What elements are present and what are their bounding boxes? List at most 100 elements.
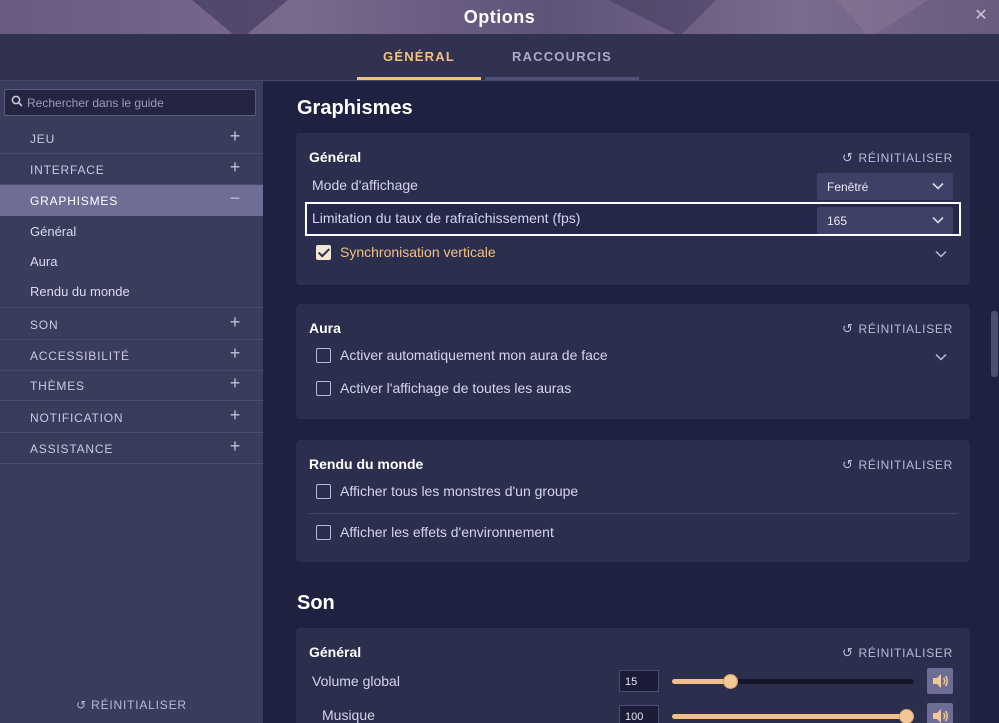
reset-button[interactable]: ↺ RÉINITIALISER xyxy=(842,645,953,661)
title-bar: Options ✕ xyxy=(0,0,999,34)
minus-icon[interactable]: − xyxy=(227,189,243,207)
sidebar-subitem-label: Général xyxy=(30,224,77,239)
sidebar-item-themes[interactable]: THÈMES + xyxy=(0,370,263,401)
section-title-son: Son xyxy=(297,592,335,614)
sidebar: Rechercher dans le guide JEU + INTERFACE… xyxy=(0,81,263,723)
sidebar-subitem-label: Rendu du monde xyxy=(30,284,130,299)
sidebar-subitem-label: Aura xyxy=(30,254,58,269)
reset-label: RÉINITIALISER xyxy=(858,151,953,165)
global-volume-mute-button[interactable] xyxy=(927,668,953,694)
music-volume-label: Musique xyxy=(322,707,375,723)
scrollbar[interactable] xyxy=(989,81,999,723)
reset-button[interactable]: ↺ RÉINITIALISER xyxy=(842,150,953,166)
global-volume-label: Volume global xyxy=(312,673,400,689)
slider-thumb[interactable] xyxy=(723,674,738,689)
sidebar-item-label: ACCESSIBILITÉ xyxy=(30,349,130,363)
tab-raccourcis[interactable]: RACCOURCIS xyxy=(485,34,639,80)
sidebar-item-label: NOTIFICATION xyxy=(30,411,124,425)
chevron-down-icon[interactable] xyxy=(934,247,948,261)
speaker-icon xyxy=(933,709,948,723)
music-volume-mute-button[interactable] xyxy=(927,703,953,723)
search-icon xyxy=(11,95,23,107)
main-content: Graphismes Général ↺ RÉINITIALISER Mode d… xyxy=(263,81,999,723)
reset-button[interactable]: ↺ RÉINITIALISER xyxy=(842,321,953,337)
reset-button[interactable]: ↺ RÉINITIALISER xyxy=(842,457,953,473)
card-rendu-du-monde: Rendu du monde ↺ RÉINITIALISER Afficher t… xyxy=(296,440,970,562)
sidebar-item-jeu[interactable]: JEU + xyxy=(0,123,263,154)
chevron-down-icon xyxy=(932,216,944,224)
dropdown-value: Fenêtré xyxy=(827,180,869,194)
vsync-checkbox[interactable] xyxy=(316,245,331,260)
fps-dropdown[interactable]: 165 xyxy=(817,207,953,234)
display-mode-dropdown[interactable]: Fenêtré xyxy=(817,173,953,200)
monsters-group-checkbox[interactable] xyxy=(316,484,331,499)
chevron-down-icon[interactable] xyxy=(934,350,948,364)
reset-label: RÉINITIALISER xyxy=(858,322,953,336)
scrollbar-thumb[interactable] xyxy=(991,311,998,377)
tabs-bar: GÉNÉRAL RACCOURCIS xyxy=(0,34,999,81)
sidebar-item-label: SON xyxy=(30,318,59,332)
card-title: Général xyxy=(309,149,362,165)
plus-icon[interactable]: + xyxy=(227,127,243,145)
all-auras-label: Activer l'affichage de toutes les auras xyxy=(340,380,572,396)
sidebar-item-interface[interactable]: INTERFACE + xyxy=(0,154,263,185)
plus-icon[interactable]: + xyxy=(227,374,243,392)
tab-general[interactable]: GÉNÉRAL xyxy=(357,34,481,80)
sidebar-reset-button[interactable]: ↺ RÉINITIALISER xyxy=(0,698,263,712)
sidebar-item-graphismes[interactable]: GRAPHISMES − xyxy=(0,185,263,216)
card-title: Rendu du monde xyxy=(309,456,424,472)
global-volume-slider[interactable] xyxy=(672,674,914,689)
reset-label: RÉINITIALISER xyxy=(858,458,953,472)
auto-aura-label: Activer automatiquement mon aura de face xyxy=(340,347,608,363)
global-volume-input[interactable]: 15 xyxy=(619,670,659,692)
speaker-icon xyxy=(933,674,948,688)
card-son-general: Général ↺ RÉINITIALISER Volume global 15 … xyxy=(296,628,970,723)
window-title: Options xyxy=(463,7,536,27)
all-auras-checkbox[interactable] xyxy=(316,381,331,396)
search-placeholder: Rechercher dans le guide xyxy=(27,96,164,110)
monsters-group-label: Afficher tous les monstres d'un groupe xyxy=(340,483,579,499)
dropdown-value: 165 xyxy=(827,214,848,228)
sidebar-item-label: ASSISTANCE xyxy=(30,442,114,456)
display-mode-label: Mode d'affichage xyxy=(312,177,418,193)
plus-icon[interactable]: + xyxy=(227,313,243,331)
plus-icon[interactable]: + xyxy=(227,437,243,455)
vsync-label: Synchronisation verticale xyxy=(340,244,496,260)
sidebar-item-assistance[interactable]: ASSISTANCE + xyxy=(0,433,263,464)
slider-fill xyxy=(672,714,914,719)
slider-fill xyxy=(672,679,725,684)
reset-icon: ↺ xyxy=(841,150,854,165)
sidebar-item-label: INTERFACE xyxy=(30,163,105,177)
card-title: Aura xyxy=(309,320,341,336)
sidebar-item-accessibilite[interactable]: ACCESSIBILITÉ + xyxy=(0,340,263,371)
fps-label: Limitation du taux de rafraîchissement (… xyxy=(312,210,581,226)
divider xyxy=(309,513,957,514)
sidebar-subitem-aura[interactable]: Aura xyxy=(0,247,263,277)
reset-icon: ↺ xyxy=(841,321,854,336)
auto-aura-checkbox[interactable] xyxy=(316,348,331,363)
environment-effects-label: Afficher les effets d'environnement xyxy=(340,524,554,540)
plus-icon[interactable]: + xyxy=(227,344,243,362)
card-graphismes-general: Général ↺ RÉINITIALISER Mode d'affichage … xyxy=(296,133,970,285)
reset-icon: ↺ xyxy=(841,457,854,472)
music-volume-slider[interactable] xyxy=(672,709,914,723)
sidebar-item-notification[interactable]: NOTIFICATION + xyxy=(0,402,263,433)
chevron-down-icon xyxy=(932,182,944,190)
plus-icon[interactable]: + xyxy=(227,158,243,176)
sidebar-item-son[interactable]: SON + xyxy=(0,309,263,340)
sidebar-subitem-rendu-du-monde[interactable]: Rendu du monde xyxy=(0,277,263,308)
search-input[interactable]: Rechercher dans le guide xyxy=(4,89,256,116)
sidebar-item-label: JEU xyxy=(30,132,56,146)
reset-icon: ↺ xyxy=(76,698,87,712)
sidebar-reset-label: RÉINITIALISER xyxy=(91,698,187,712)
reset-label: RÉINITIALISER xyxy=(858,646,953,660)
close-icon[interactable]: ✕ xyxy=(971,6,991,26)
card-aura: Aura ↺ RÉINITIALISER Activer automatiquem… xyxy=(296,304,970,419)
sidebar-subitem-general[interactable]: Général xyxy=(0,217,263,247)
music-volume-input[interactable]: 100 xyxy=(619,705,659,723)
section-title-graphismes: Graphismes xyxy=(297,97,413,119)
environment-effects-checkbox[interactable] xyxy=(316,525,331,540)
plus-icon[interactable]: + xyxy=(227,406,243,424)
sidebar-item-label: THÈMES xyxy=(30,379,85,393)
slider-thumb[interactable] xyxy=(899,709,914,723)
